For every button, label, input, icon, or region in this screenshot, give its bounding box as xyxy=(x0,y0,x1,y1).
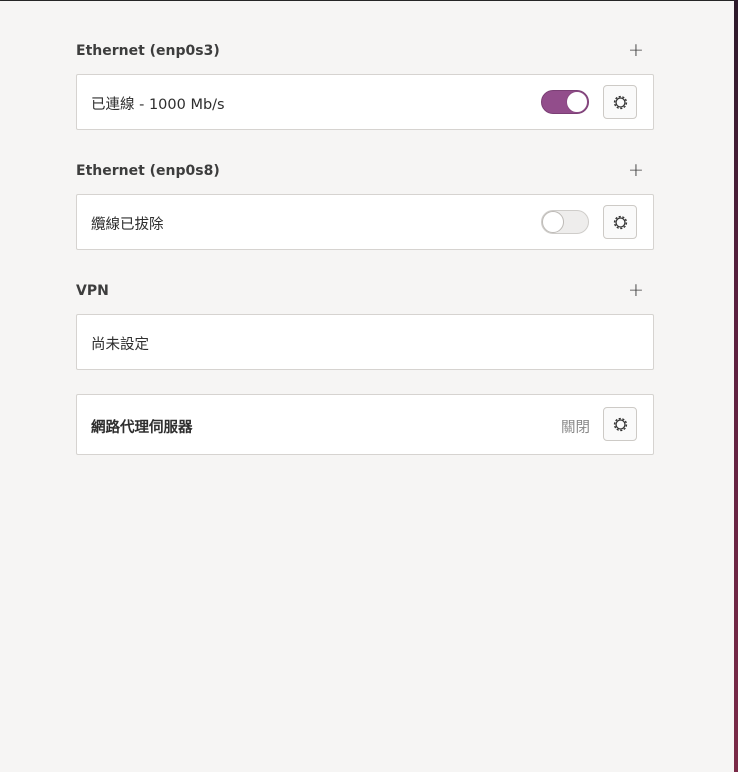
section-header-enp0s8: Ethernet (enp0s8) + xyxy=(76,161,654,183)
proxy-settings-button[interactable] xyxy=(603,407,637,441)
gear-icon xyxy=(613,215,627,229)
proxy-state: 關閉 xyxy=(561,420,590,436)
connection-toggle[interactable] xyxy=(541,210,589,234)
toggle-knob xyxy=(566,91,588,113)
add-connection-button[interactable]: + xyxy=(628,41,644,61)
connection-row-enp0s3: 已連線 - 1000 Mb/s xyxy=(76,74,654,130)
connection-status: 纜線已拔除 xyxy=(91,217,164,233)
vpn-status: 尚未設定 xyxy=(91,337,149,353)
section-header-enp0s3: Ethernet (enp0s3) + xyxy=(76,41,654,63)
settings-button[interactable] xyxy=(603,205,637,239)
settings-button[interactable] xyxy=(603,85,637,119)
toggle-knob xyxy=(542,211,564,233)
network-proxy-row[interactable]: 網路代理伺服器 關閉 xyxy=(76,394,654,455)
vpn-row: 尚未設定 xyxy=(76,314,654,370)
section-title: VPN xyxy=(76,283,109,299)
connection-row-enp0s8: 纜線已拔除 xyxy=(76,194,654,250)
section-title: Ethernet (enp0s8) xyxy=(76,163,220,179)
gear-icon xyxy=(613,417,627,431)
proxy-label: 網路代理伺服器 xyxy=(91,420,193,436)
desktop-background-edge xyxy=(734,0,738,772)
add-vpn-button[interactable]: + xyxy=(628,281,644,301)
section-title: Ethernet (enp0s3) xyxy=(76,43,220,59)
connection-status: 已連線 - 1000 Mb/s xyxy=(91,97,225,113)
add-connection-button[interactable]: + xyxy=(628,161,644,181)
connection-toggle[interactable] xyxy=(541,90,589,114)
network-settings-panel: Ethernet (enp0s3) + 已連線 - 1000 Mb/s Ethe… xyxy=(0,1,734,772)
section-header-vpn: VPN + xyxy=(76,281,654,303)
gear-icon xyxy=(613,95,627,109)
